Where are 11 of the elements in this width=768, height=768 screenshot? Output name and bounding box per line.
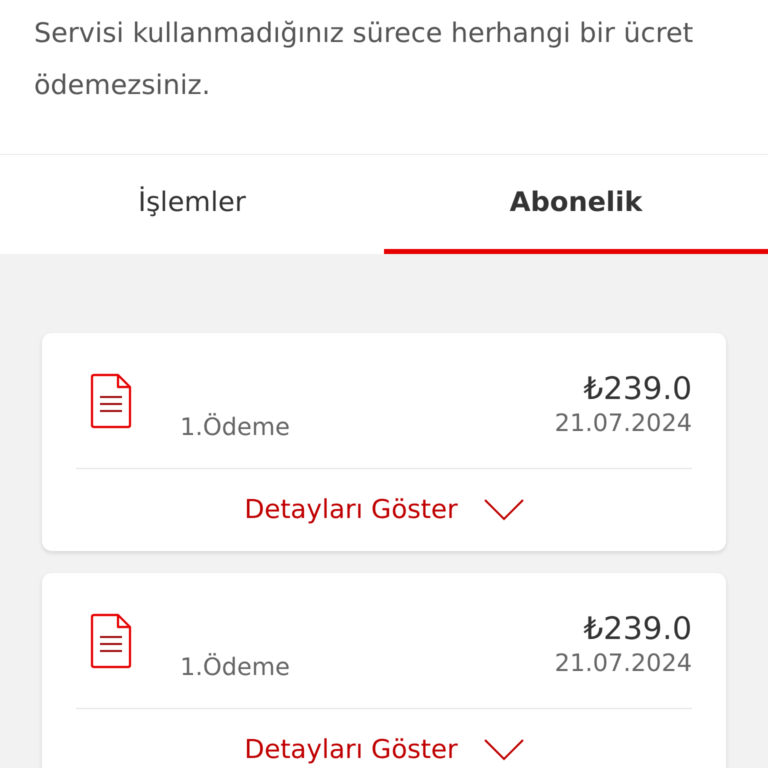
payment-label: 1.Ödeme xyxy=(180,653,290,681)
show-details-button[interactable]: Detayları Göster xyxy=(76,709,692,768)
payment-date: 21.07.2024 xyxy=(554,409,692,437)
payment-label: 1.Ödeme xyxy=(180,413,290,441)
document-icon xyxy=(90,613,132,669)
payment-date: 21.07.2024 xyxy=(554,649,692,677)
document-icon xyxy=(90,373,132,429)
payment-amount: ₺239.0 xyxy=(584,371,692,407)
intro-text: Servisi kullanmadığınız sürece herhangi bir ücret ödemezsiniz. xyxy=(34,17,694,103)
show-details-button[interactable]: Detayları Göster xyxy=(76,469,692,551)
payment-amount: ₺239.0 xyxy=(584,611,692,647)
